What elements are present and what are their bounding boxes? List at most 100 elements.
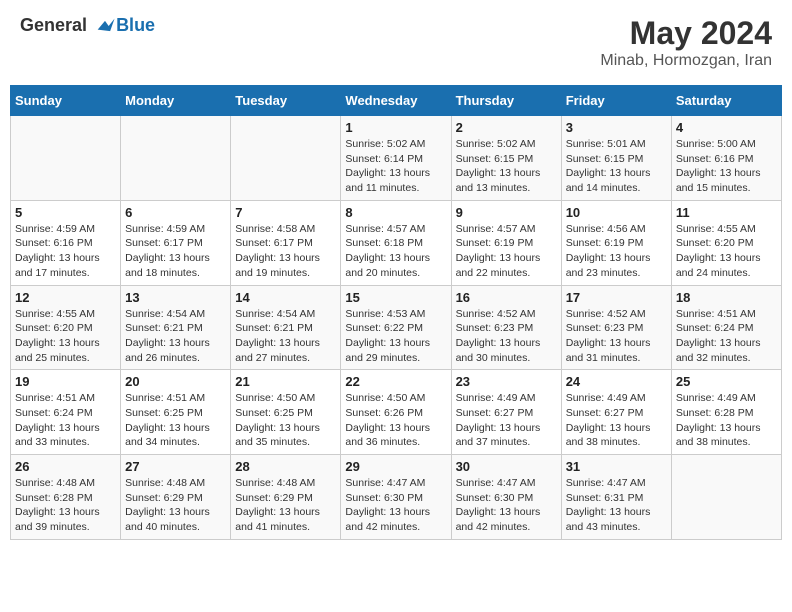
- calendar-week-row: 26 Sunrise: 4:48 AM Sunset: 6:28 PM Dayligh…: [11, 455, 782, 540]
- day-number: 10: [566, 205, 667, 220]
- cell-daylight: Daylight: 13 hours and 25 minutes.: [15, 337, 100, 364]
- logo: General Blue: [20, 15, 155, 37]
- calendar-header-row: SundayMondayTuesdayWednesdayThursdayFrid…: [11, 86, 782, 116]
- cell-sunset: Sunset: 6:16 PM: [15, 237, 93, 249]
- calendar-cell: 29Sunrise: 4:47 AMSunset: 6:30 PMDayligh…: [341, 455, 451, 540]
- day-number: 4: [676, 120, 777, 135]
- cell-daylight: Daylight: 13 hours and 18 minutes.: [125, 252, 210, 279]
- cell-sunrise: Sunrise: 4:55 AM: [676, 223, 756, 235]
- cell-sunrise: Sunrise: 4:59 AM: [15, 223, 95, 235]
- column-header-monday: Monday: [121, 86, 231, 116]
- calendar-table: SundayMondayTuesdayWednesdayThursdayFrid…: [10, 85, 782, 540]
- day-number: 11: [676, 205, 777, 220]
- cell-daylight: Daylight: 13 hours and 29 minutes.: [345, 337, 430, 364]
- cell-daylight: Daylight: 13 hours and 13 minutes.: [456, 167, 541, 194]
- cell-sunrise: Sunrise: 4:48 AM: [235, 477, 315, 489]
- cell-sunset: Sunset: 6:29 PM: [125, 492, 203, 504]
- cell-sunset: Sunset: 6:23 PM: [456, 322, 534, 334]
- cell-sunset: Sunset: 6:30 PM: [456, 492, 534, 504]
- calendar-cell: 8Sunrise: 4:57 AMSunset: 6:18 PMDaylight…: [341, 200, 451, 285]
- cell-sunset: Sunset: 6:20 PM: [15, 322, 93, 334]
- cell-sunrise: Sunrise: 4:54 AM: [125, 308, 205, 320]
- cell-sunrise: Sunrise: 4:50 AM: [235, 392, 315, 404]
- cell-sunrise: Sunrise: 4:48 AM: [15, 477, 95, 489]
- cell-sunrise: Sunrise: 4:51 AM: [125, 392, 205, 404]
- cell-sunset: Sunset: 6:28 PM: [15, 492, 93, 504]
- column-header-thursday: Thursday: [451, 86, 561, 116]
- cell-sunrise: Sunrise: 5:02 AM: [456, 138, 536, 150]
- cell-daylight: Daylight: 13 hours and 41 minutes.: [235, 506, 320, 533]
- day-number: 17: [566, 290, 667, 305]
- column-header-sunday: Sunday: [11, 86, 121, 116]
- cell-daylight: Daylight: 13 hours and 30 minutes.: [456, 337, 541, 364]
- day-number: 30: [456, 459, 557, 474]
- cell-sunrise: Sunrise: 4:59 AM: [125, 223, 205, 235]
- cell-sunrise: Sunrise: 4:49 AM: [456, 392, 536, 404]
- cell-daylight: Daylight: 13 hours and 36 minutes.: [345, 422, 430, 449]
- cell-daylight: Daylight: 13 hours and 27 minutes.: [235, 337, 320, 364]
- calendar-cell: 20Sunrise: 4:51 AMSunset: 6:25 PMDayligh…: [121, 370, 231, 455]
- day-number: 26: [15, 459, 116, 474]
- cell-sunset: Sunset: 6:20 PM: [676, 237, 754, 249]
- cell-sunrise: Sunrise: 5:00 AM: [676, 138, 756, 150]
- calendar-cell: 1Sunrise: 5:02 AMSunset: 6:14 PMDaylight…: [341, 116, 451, 201]
- cell-sunset: Sunset: 6:19 PM: [456, 237, 534, 249]
- calendar-cell: 13Sunrise: 4:54 AMSunset: 6:21 PMDayligh…: [121, 285, 231, 370]
- cell-sunrise: Sunrise: 4:47 AM: [566, 477, 646, 489]
- cell-daylight: Daylight: 13 hours and 15 minutes.: [676, 167, 761, 194]
- cell-sunrise: Sunrise: 4:51 AM: [15, 392, 95, 404]
- calendar-week-row: 19Sunrise: 4:51 AMSunset: 6:24 PMDayligh…: [11, 370, 782, 455]
- cell-sunset: Sunset: 6:30 PM: [345, 492, 423, 504]
- cell-sunrise: Sunrise: 4:48 AM: [125, 477, 205, 489]
- cell-daylight: Daylight: 13 hours and 14 minutes.: [566, 167, 651, 194]
- cell-daylight: Daylight: 13 hours and 11 minutes.: [345, 167, 430, 194]
- calendar-cell: 30Sunrise: 4:47 AMSunset: 6:30 PMDayligh…: [451, 455, 561, 540]
- day-number: 27: [125, 459, 226, 474]
- cell-sunrise: Sunrise: 4:52 AM: [456, 308, 536, 320]
- cell-sunset: Sunset: 6:16 PM: [676, 153, 754, 165]
- cell-daylight: Daylight: 13 hours and 20 minutes.: [345, 252, 430, 279]
- cell-sunset: Sunset: 6:17 PM: [125, 237, 203, 249]
- cell-daylight: Daylight: 13 hours and 37 minutes.: [456, 422, 541, 449]
- cell-daylight: Daylight: 13 hours and 42 minutes.: [345, 506, 430, 533]
- calendar-cell: 23Sunrise: 4:49 AMSunset: 6:27 PMDayligh…: [451, 370, 561, 455]
- day-number: 29: [345, 459, 446, 474]
- calendar-cell: 10Sunrise: 4:56 AMSunset: 6:19 PMDayligh…: [561, 200, 671, 285]
- column-header-tuesday: Tuesday: [231, 86, 341, 116]
- sub-title: Minab, Hormozgan, Iran: [600, 52, 772, 70]
- cell-sunset: Sunset: 6:25 PM: [125, 407, 203, 419]
- cell-daylight: Daylight: 13 hours and 17 minutes.: [15, 252, 100, 279]
- cell-sunset: Sunset: 6:22 PM: [345, 322, 423, 334]
- cell-daylight: Daylight: 13 hours and 23 minutes.: [566, 252, 651, 279]
- cell-sunset: Sunset: 6:27 PM: [566, 407, 644, 419]
- calendar-cell: 31Sunrise: 4:47 AMSunset: 6:31 PMDayligh…: [561, 455, 671, 540]
- calendar-week-row: 5 Sunrise: 4:59 AM Sunset: 6:16 PM Daylight…: [11, 200, 782, 285]
- day-number: 5: [15, 205, 116, 220]
- calendar-cell: 7Sunrise: 4:58 AMSunset: 6:17 PMDaylight…: [231, 200, 341, 285]
- cell-sunrise: Sunrise: 4:56 AM: [566, 223, 646, 235]
- cell-daylight: Daylight: 13 hours and 39 minutes.: [15, 506, 100, 533]
- cell-daylight: Daylight: 13 hours and 43 minutes.: [566, 506, 651, 533]
- calendar-cell: 17Sunrise: 4:52 AMSunset: 6:23 PMDayligh…: [561, 285, 671, 370]
- cell-sunrise: Sunrise: 4:57 AM: [345, 223, 425, 235]
- cell-sunset: Sunset: 6:27 PM: [456, 407, 534, 419]
- calendar-cell: 3Sunrise: 5:01 AMSunset: 6:15 PMDaylight…: [561, 116, 671, 201]
- cell-sunset: Sunset: 6:29 PM: [235, 492, 313, 504]
- logo-text-general: General: [20, 15, 87, 35]
- day-number: 18: [676, 290, 777, 305]
- cell-sunset: Sunset: 6:24 PM: [15, 407, 93, 419]
- cell-sunset: Sunset: 6:17 PM: [235, 237, 313, 249]
- cell-daylight: Daylight: 13 hours and 32 minutes.: [676, 337, 761, 364]
- page-header: General Blue May 2024 Minab, Hormozgan, …: [10, 10, 782, 75]
- day-number: 20: [125, 374, 226, 389]
- calendar-cell: 19Sunrise: 4:51 AMSunset: 6:24 PMDayligh…: [11, 370, 121, 455]
- day-number: 21: [235, 374, 336, 389]
- cell-daylight: Daylight: 13 hours and 31 minutes.: [566, 337, 651, 364]
- calendar-cell: 25Sunrise: 4:49 AMSunset: 6:28 PMDayligh…: [671, 370, 781, 455]
- cell-sunset: Sunset: 6:21 PM: [235, 322, 313, 334]
- day-number: 28: [235, 459, 336, 474]
- cell-daylight: Daylight: 13 hours and 24 minutes.: [676, 252, 761, 279]
- cell-sunrise: Sunrise: 4:51 AM: [676, 308, 756, 320]
- calendar-cell: 12Sunrise: 4:55 AMSunset: 6:20 PMDayligh…: [11, 285, 121, 370]
- calendar-cell: 6Sunrise: 4:59 AMSunset: 6:17 PMDaylight…: [121, 200, 231, 285]
